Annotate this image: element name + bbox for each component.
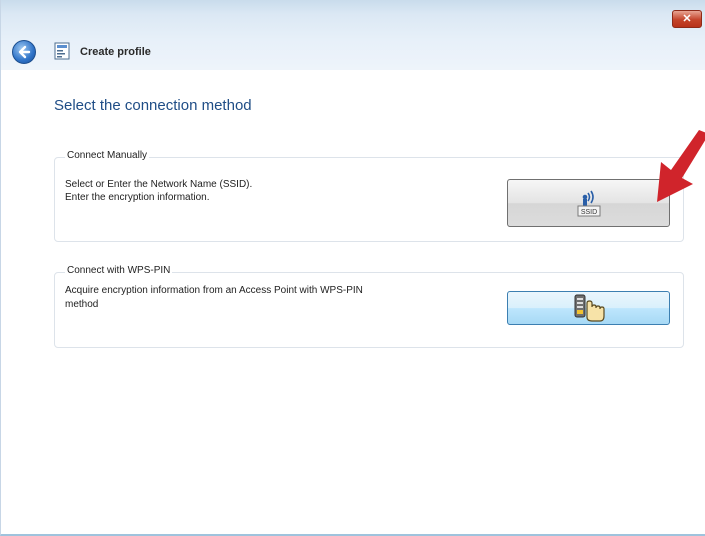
hand-pointer-icon — [574, 294, 605, 322]
page-heading: Select the connection method — [54, 97, 252, 114]
connect-wps-pin-button[interactable] — [507, 291, 670, 325]
profile-icon — [54, 42, 70, 60]
connect-wps-pin-group: Connect with WPS-PIN Acquire encryption … — [54, 265, 684, 348]
group-legend-manual: Connect Manually — [65, 150, 150, 161]
create-profile-window: ✕ Create profile Select the connection m… — [0, 0, 705, 536]
back-button[interactable] — [12, 40, 36, 64]
window-title: Create profile — [80, 46, 151, 58]
manual-description-line-2: Enter the encryption information. — [65, 192, 210, 203]
ssid-icon-caption: SSID — [580, 209, 596, 216]
close-icon: ✕ — [682, 12, 692, 25]
manual-description-line-1: Select or Enter the Network Name (SSID). — [65, 179, 253, 190]
ssid-signal-icon: SSID — [577, 190, 600, 217]
wps-description-line-1: Acquire encryption information from an A… — [65, 285, 363, 296]
back-arrow-icon — [18, 45, 31, 59]
connect-manually-group: Connect Manually Select or Enter the Net… — [54, 150, 684, 242]
red-arrow-icon — [657, 130, 705, 202]
wps-description-line-2: method — [65, 299, 99, 310]
group-legend-wps: Connect with WPS-PIN — [65, 265, 173, 276]
close-button[interactable]: ✕ — [672, 10, 702, 28]
title-bar: ✕ Create profile — [1, 0, 705, 70]
